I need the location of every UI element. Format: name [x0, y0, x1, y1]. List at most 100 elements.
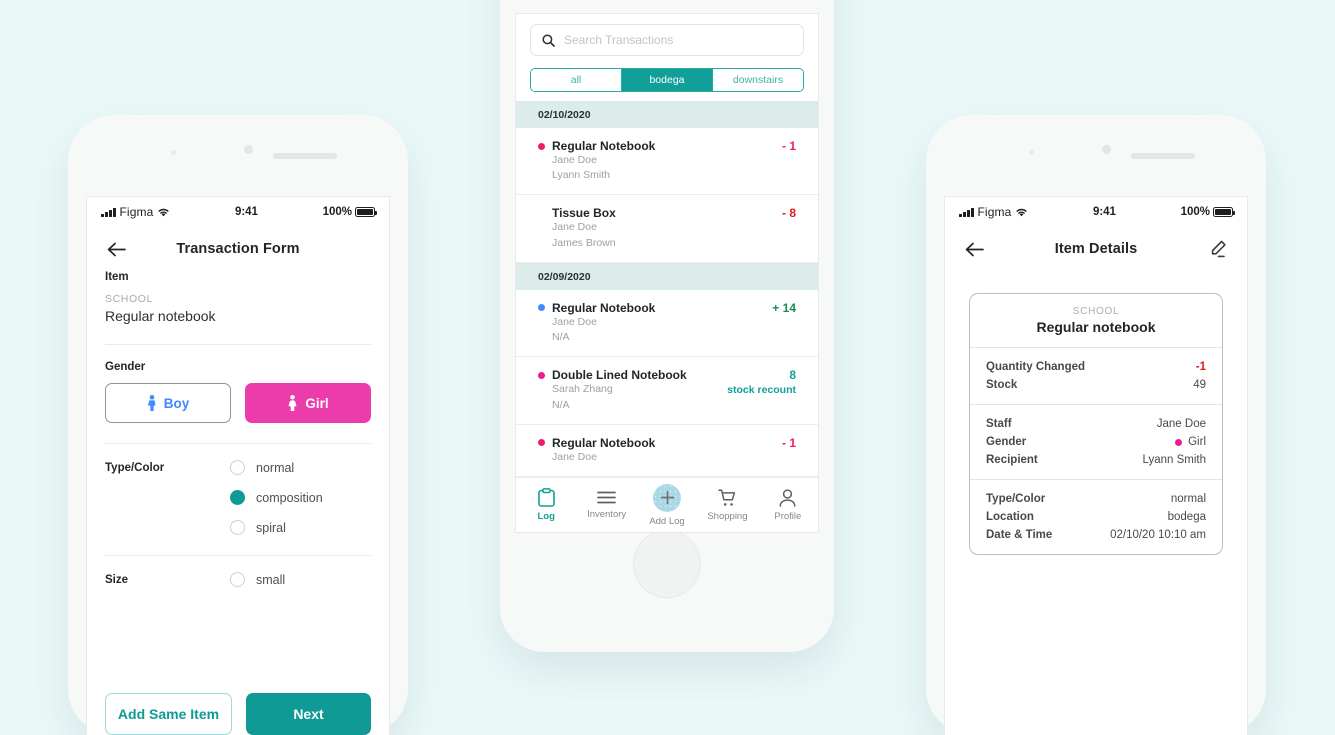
battery-percent: 100%	[322, 206, 352, 218]
transaction-row[interactable]: Tissue Box Jane Doe James Brown - 8	[516, 195, 818, 263]
transaction-name: Regular Notebook	[552, 300, 656, 315]
item-section-label: Item	[105, 271, 129, 283]
radio-icon	[230, 460, 245, 475]
size-options: small	[230, 572, 285, 587]
add-log-button[interactable]	[653, 483, 682, 512]
radio-spiral[interactable]: spiral	[230, 520, 323, 535]
transaction-row[interactable]: Regular Notebook Jane Doe - 1	[516, 425, 818, 477]
radio-normal-label: normal	[256, 460, 295, 475]
transaction-row[interactable]: Regular Notebook Jane Doe Lyann Smith - …	[516, 128, 818, 196]
filter-tab-downstairs[interactable]: downstairs	[713, 69, 803, 91]
transaction-row[interactable]: Double Lined Notebook Sarah Zhang N/A 8 …	[516, 357, 818, 425]
detail-value: normal	[1170, 493, 1206, 505]
detail-value: 02/10/20 10:10 am	[1110, 529, 1206, 541]
search-input[interactable]: Search Transactions	[530, 24, 804, 56]
tab-add-log-label: Add Log	[649, 515, 685, 527]
carrier-label: Figma	[977, 205, 1012, 219]
right-phone-screen: Figma 9:41 100% Item Details SCHOOL Regu…	[945, 197, 1247, 735]
radio-icon-selected	[230, 490, 245, 505]
gender-option-girl[interactable]: Girl	[245, 383, 371, 423]
radio-composition[interactable]: composition	[230, 490, 323, 505]
camera-dot	[1102, 145, 1111, 154]
transaction-recipient: James Brown	[552, 236, 616, 249]
status-bar: Figma 9:41 100%	[945, 197, 1247, 227]
gender-option-boy-label: Boy	[163, 395, 190, 411]
home-button[interactable]	[633, 530, 701, 598]
transaction-staff: Sarah Zhang	[552, 383, 613, 396]
detail-row: Type/Color normal	[986, 490, 1206, 508]
pencil-icon	[1211, 240, 1226, 258]
detail-value: Jane Doe	[1156, 418, 1206, 430]
detail-key: Staff	[986, 418, 1012, 430]
tab-shopping[interactable]: Shopping	[697, 488, 757, 522]
transaction-amount: - 1	[781, 435, 796, 450]
phone-mockup-middle: Search Transactions all bodega downstair…	[500, 0, 834, 652]
sensor-dot	[1029, 150, 1034, 155]
detail-key: Gender	[986, 436, 1027, 448]
status-dot-icon	[538, 304, 545, 312]
gender-option-girl-label: Girl	[305, 395, 329, 411]
detail-row: Stock 49	[986, 376, 1206, 394]
radio-normal[interactable]: normal	[230, 460, 323, 475]
tab-log-label: Log	[537, 511, 555, 522]
tab-inventory[interactable]: Inventory	[576, 490, 636, 520]
transaction-recipient: N/A	[552, 331, 570, 344]
detail-key: Type/Color	[986, 493, 1046, 505]
status-dot-icon	[538, 371, 545, 379]
edit-button[interactable]	[1205, 236, 1231, 262]
filter-tab-all[interactable]: all	[531, 69, 622, 91]
arrow-left-icon	[965, 242, 984, 256]
list-icon	[597, 491, 616, 504]
item-details-card: SCHOOL Regular notebook Quantity Changed…	[969, 293, 1223, 555]
transaction-note: stock recount	[727, 384, 796, 397]
transaction-title: Regular Notebook	[538, 139, 782, 153]
right-app-header: Item Details	[945, 227, 1247, 271]
next-button[interactable]: Next	[246, 693, 371, 735]
female-figure-icon	[288, 395, 297, 411]
status-time: 9:41	[1092, 206, 1116, 218]
tab-add-log[interactable]: Add Log	[637, 483, 697, 527]
tab-profile[interactable]: Profile	[758, 488, 818, 522]
transaction-staff: Jane Doe	[552, 154, 597, 166]
back-button[interactable]	[103, 236, 129, 262]
transaction-name: Regular Notebook	[552, 435, 656, 450]
plus-icon	[660, 490, 674, 505]
item-name: Regular notebook	[1036, 319, 1156, 335]
gender-option-boy[interactable]: Boy	[105, 383, 231, 423]
battery-icon	[1212, 207, 1235, 217]
bottom-tab-bar: Log Inventory Add Log Shopping Profile	[516, 477, 818, 532]
transaction-staff: Jane Doe	[552, 315, 597, 328]
phone-mockup-right: Figma 9:41 100% Item Details SCHOOL Regu…	[926, 115, 1266, 735]
radio-spiral-label: spiral	[256, 520, 286, 535]
type-color-section: Type/Color normal composition spiral	[105, 460, 371, 535]
item-category: SCHOOL	[1072, 306, 1120, 317]
radio-small-label: small	[256, 572, 286, 587]
tab-inventory-label: Inventory	[587, 509, 627, 520]
tab-log[interactable]: Log	[516, 488, 576, 522]
detail-value: 49	[1193, 379, 1206, 391]
speaker-grille	[1131, 153, 1195, 159]
back-button[interactable]	[961, 236, 987, 262]
detail-row: Quantity Changed -1	[986, 358, 1206, 376]
size-section: Size small	[105, 572, 371, 587]
detail-row: Date & Time 02/10/20 10:10 am	[986, 526, 1206, 544]
transaction-staff: Jane Doe	[552, 221, 597, 234]
cart-icon	[718, 488, 736, 506]
transaction-row[interactable]: Regular Notebook Jane Doe N/A + 14	[516, 290, 818, 358]
filter-tab-bodega[interactable]: bodega	[622, 69, 713, 91]
battery-icon	[354, 207, 377, 217]
clipboard-icon	[537, 488, 555, 507]
transaction-amount: + 14	[772, 300, 796, 315]
item-category: SCHOOL	[105, 293, 153, 305]
add-same-item-button[interactable]: Add Same Item	[105, 693, 232, 735]
item-name: Regular notebook	[105, 308, 216, 324]
form-footer: Add Same Item Next	[105, 693, 371, 735]
radio-small[interactable]: small	[230, 572, 285, 587]
camera-dot	[244, 145, 253, 154]
detail-row: Recipient Lyann Smith	[986, 451, 1206, 469]
male-figure-icon	[147, 395, 156, 411]
header-spacer	[347, 236, 373, 262]
arrow-left-icon	[107, 242, 126, 256]
gender-options: Boy Girl	[105, 383, 371, 423]
battery-percent: 100%	[1180, 206, 1210, 218]
